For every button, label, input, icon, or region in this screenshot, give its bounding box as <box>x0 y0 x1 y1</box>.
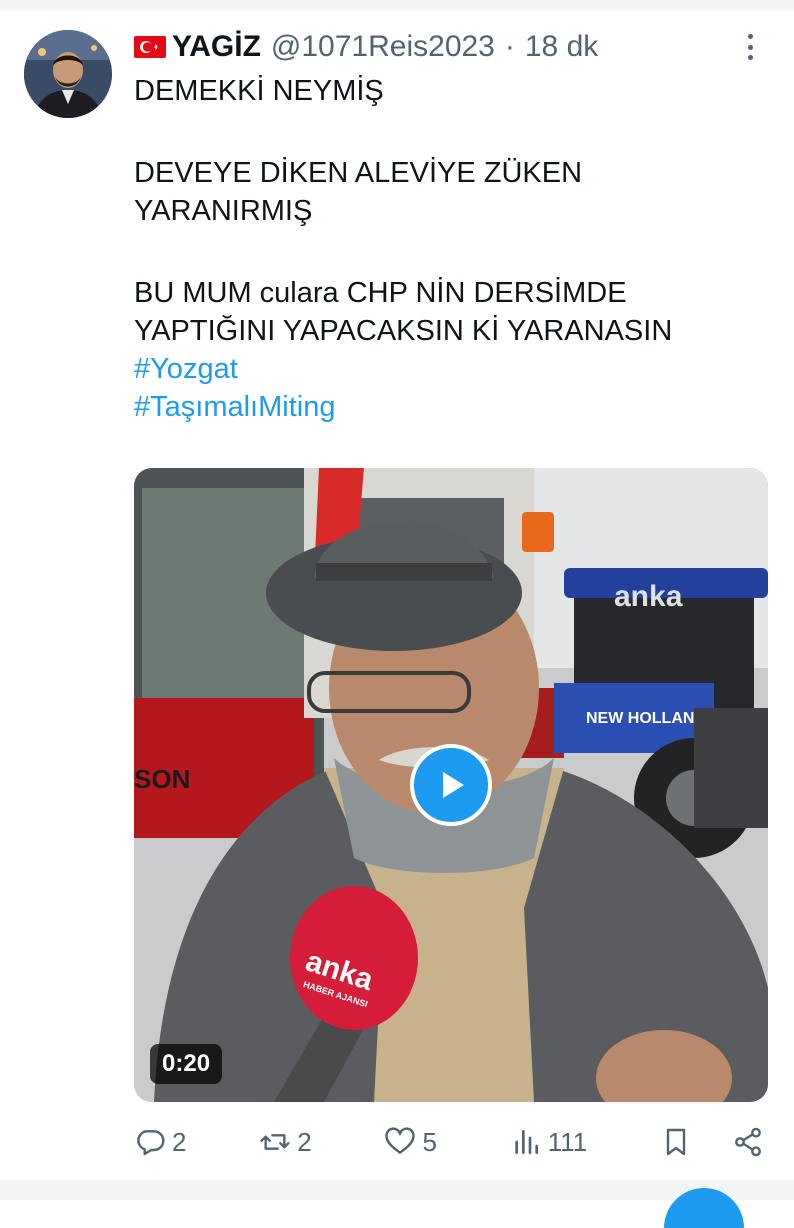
retweet-icon <box>260 1134 290 1150</box>
reply-button[interactable]: 2 <box>134 1126 186 1158</box>
video-player[interactable]: SON NEW HOLLAND anka anka HABER AJANSI 0… <box>134 468 768 1102</box>
user-handle[interactable]: @1071Reis2023 <box>271 30 495 64</box>
hashtag-link[interactable]: #TaşımalıMiting <box>134 388 754 426</box>
share-icon <box>735 1127 761 1157</box>
analytics-icon <box>515 1130 538 1154</box>
turkey-flag-icon <box>134 36 166 58</box>
tweet-line: DEVEYE DİKEN ALEVİYE ZÜKEN <box>134 157 583 189</box>
bookmark-button[interactable] <box>660 1126 692 1158</box>
play-button[interactable] <box>410 744 492 826</box>
top-divider <box>0 0 794 10</box>
reply-count: 2 <box>172 1126 187 1157</box>
video-duration: 0:20 <box>150 1044 223 1084</box>
views-button[interactable]: 111 <box>510 1126 588 1158</box>
tweet-line: YAPTIĞINI YAPACAKSIN Kİ YARANASIN <box>134 315 673 347</box>
hashtag-link[interactable]: #Yozgat <box>134 350 754 388</box>
separator-dot: · <box>504 30 515 63</box>
like-count: 5 <box>422 1126 437 1157</box>
tractor-brand-label: NEW HOLLAND <box>586 710 706 727</box>
play-icon <box>443 772 464 798</box>
tweet-card[interactable]: YAGİZ @1071Reis2023 · 18 dk DEMEKKİ NEYM… <box>0 10 794 1190</box>
view-count: 111 <box>547 1126 588 1157</box>
reply-icon <box>137 1130 165 1156</box>
tweet-time[interactable]: 18 dk <box>525 30 598 64</box>
more-options-icon[interactable] <box>738 30 762 64</box>
retweet-button[interactable]: 2 <box>259 1126 312 1158</box>
bookmark-icon <box>666 1128 686 1156</box>
tweet-text: DEMEKKİ NEYMİŞ DEVEYE DİKEN ALEVİYE ZÜKE… <box>134 72 754 426</box>
like-button[interactable]: 5 <box>384 1126 437 1158</box>
tweet-line: BU MUM culara CHP NİN DERSİMDE <box>134 277 627 309</box>
tweet-actions-bar: 2 2 5 111 <box>134 1120 764 1164</box>
share-button[interactable] <box>732 1126 764 1158</box>
tractor-left-label: SON <box>134 764 190 794</box>
avatar[interactable] <box>24 30 112 118</box>
tweet-line: DEMEKKİ NEYMİŞ <box>134 75 384 107</box>
tweet-header: YAGİZ @1071Reis2023 · 18 dk <box>134 28 598 66</box>
display-name[interactable]: YAGİZ <box>172 30 261 64</box>
bottom-divider <box>0 1180 794 1200</box>
heart-icon <box>385 1127 416 1154</box>
retweet-count: 2 <box>297 1126 312 1157</box>
anka-watermark: anka <box>614 580 683 613</box>
right-actions <box>660 1126 764 1158</box>
tweet-line: YARANIRMIŞ <box>134 195 313 227</box>
